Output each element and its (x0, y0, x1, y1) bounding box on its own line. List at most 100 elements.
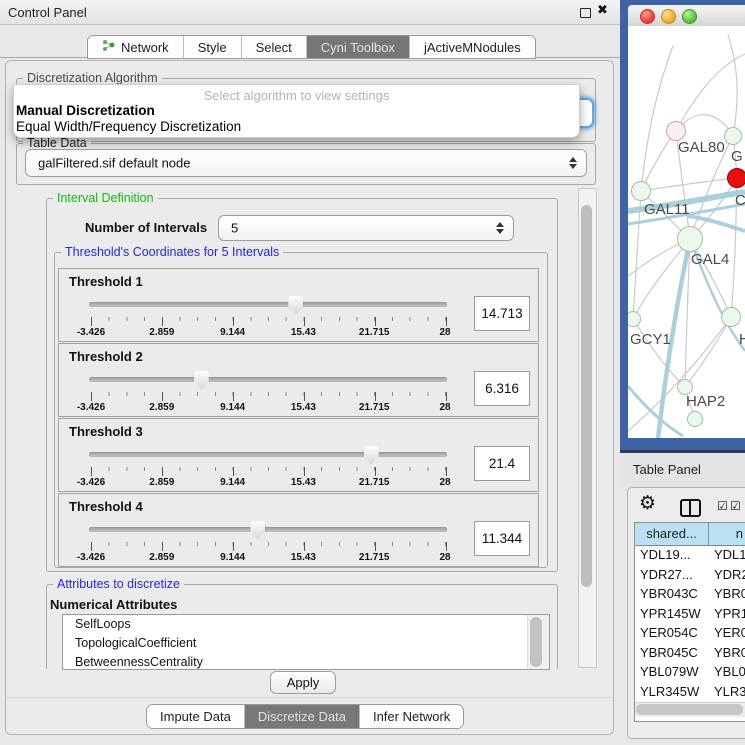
list-item[interactable]: SelfLoops (63, 615, 549, 634)
slider-track[interactable] (89, 302, 447, 307)
network-node[interactable] (631, 181, 651, 201)
node-label: GAL80 (678, 139, 725, 156)
tab-cyni-toolbox-label: Cyni Toolbox (321, 40, 395, 55)
column-header-shared-name[interactable]: shared... (635, 523, 709, 545)
tick-label: 28 (439, 402, 450, 413)
threshold-2-value-field[interactable]: 6.316 (474, 371, 530, 406)
slider-track[interactable] (89, 452, 447, 457)
scrollbar-thumb[interactable] (581, 205, 592, 587)
popup-item-manual-discretization[interactable]: Manual Discretization (16, 103, 155, 118)
scrollbar-thumb[interactable] (636, 704, 743, 715)
table-horizontal-scrollbar[interactable] (635, 702, 745, 717)
mac-zoom-button[interactable] (682, 9, 697, 24)
table-row[interactable]: YBR043CYBR0 (635, 585, 745, 605)
table-row[interactable]: YDL19...YDL1 (635, 546, 745, 566)
slider-track[interactable] (89, 377, 447, 382)
threshold-4-value-field[interactable]: 11.344 (474, 521, 530, 556)
tab-network[interactable]: Network (88, 36, 184, 58)
tick-label: -3.426 (77, 327, 105, 338)
control-panel: Control Panel ✖ Network Style (0, 0, 620, 745)
checkbox-icon[interactable]: ☑ (730, 499, 741, 513)
network-view-window[interactable]: GAL80 G C GAL11 GAL4 GCY1 H HAP2 (620, 0, 745, 453)
tick-label: 28 (439, 552, 450, 563)
tab-infer-network[interactable]: Infer Network (360, 705, 463, 728)
tab-discretize-data[interactable]: Discretize Data (245, 705, 360, 728)
mac-close-button[interactable] (640, 9, 655, 24)
network-icon (102, 39, 115, 55)
network-node[interactable] (666, 121, 686, 141)
threshold-2-label: Threshold 2 (69, 349, 143, 364)
float-window-icon[interactable] (580, 8, 591, 18)
table-row[interactable]: YBL079WYBL0 (635, 663, 745, 683)
slider-thumb[interactable] (364, 446, 379, 465)
checkbox-icon[interactable]: ☑ (717, 499, 728, 513)
threshold-1-value-field[interactable]: 14.713 (474, 296, 530, 331)
tick-label: 2.859 (149, 552, 174, 563)
mac-minimize-button[interactable] (661, 9, 676, 24)
threshold-1-slider[interactable]: -3.426 2.859 9.144 15.43 21.715 28 (91, 296, 445, 332)
cell: YDR27... (640, 567, 693, 582)
network-window-titlebar[interactable] (628, 5, 745, 27)
list-item[interactable]: TopologicalCoefficient (63, 634, 549, 653)
slider-ticks (91, 467, 446, 476)
tick-label: 15.43 (291, 552, 316, 563)
tab-impute-data[interactable]: Impute Data (147, 705, 245, 728)
tab-select[interactable]: Select (242, 36, 307, 58)
attributes-legend: Attributes to discretize (53, 577, 184, 591)
column-header-name[interactable]: n (709, 523, 745, 545)
threshold-4-slider[interactable]: -3.426 2.859 9.144 15.43 21.715 28 (91, 521, 445, 557)
network-node[interactable] (687, 411, 703, 427)
tick-label: 15.43 (291, 477, 316, 488)
settings-vertical-scrollbar[interactable] (578, 188, 597, 668)
close-icon[interactable]: ✖ (597, 3, 608, 18)
table-row[interactable]: YBR045CYBR0 (635, 644, 745, 664)
table-data-combobox[interactable]: galFiltered.sif default node (25, 149, 587, 177)
tab-jactivemnodules[interactable]: jActiveMNodules (410, 36, 535, 58)
node-table: shared... n YDL19...YDL1 YDR27...YDR2 YB… (634, 522, 745, 722)
threshold-1-panel: Threshold 1 -3.426 2.859 9.144 15.43 21.… (58, 268, 539, 342)
number-of-intervals-combobox[interactable]: 5 (218, 215, 514, 241)
table-row[interactable]: YDR27...YDR2 (635, 566, 745, 586)
tick-label: 15.43 (291, 327, 316, 338)
network-node[interactable] (721, 307, 741, 327)
slider-track[interactable] (89, 527, 447, 532)
popup-item-equal-width-frequency[interactable]: Equal Width/Frequency Discretization (16, 119, 241, 134)
table-data-combobox-value: galFiltered.sif default node (38, 156, 190, 171)
node-label: GAL11 (644, 201, 690, 218)
columns-icon[interactable] (680, 499, 701, 517)
cell: YDL19... (640, 547, 691, 562)
numerical-attributes-list[interactable]: SelfLoops TopologicalCoefficient Between… (62, 614, 550, 670)
bottom-tab-bar: Impute Data Discretize Data Infer Networ… (146, 704, 464, 729)
gear-icon[interactable]: ⚙ (639, 492, 656, 514)
network-node[interactable] (677, 226, 703, 252)
network-node-selected[interactable] (727, 168, 745, 188)
table-header-row: shared... n (635, 523, 745, 546)
tick-label: -3.426 (77, 552, 105, 563)
tick-label: 28 (439, 477, 450, 488)
table-row[interactable]: YPR145WYPR1 (635, 605, 745, 625)
network-canvas[interactable]: GAL80 G C GAL11 GAL4 GCY1 H HAP2 (628, 26, 745, 438)
tick-label: 2.859 (149, 327, 174, 338)
slider-ticks (91, 317, 446, 326)
tab-style-label: Style (198, 40, 227, 55)
popup-placeholder-item[interactable]: Select algorithm to view settings (14, 88, 579, 103)
apply-button[interactable]: Apply (270, 671, 336, 694)
table-panel-title: Table Panel (633, 462, 701, 477)
threshold-2-panel: Threshold 2 -3.426 2.859 9.144 15.43 21.… (58, 343, 539, 417)
node-label: GAL4 (691, 251, 729, 268)
slider-thumb[interactable] (250, 521, 265, 540)
threshold-3-slider[interactable]: -3.426 2.859 9.144 15.43 21.715 28 (91, 446, 445, 482)
threshold-2-slider[interactable]: -3.426 2.859 9.144 15.43 21.715 28 (91, 371, 445, 407)
panel-title: Control Panel (8, 5, 87, 20)
table-row[interactable]: YER054CYER0 (635, 624, 745, 644)
network-node[interactable] (724, 127, 742, 145)
slider-ticks (91, 542, 446, 551)
tab-cyni-toolbox[interactable]: Cyni Toolbox (307, 36, 410, 58)
slider-thumb[interactable] (288, 296, 303, 315)
tab-style[interactable]: Style (184, 36, 242, 58)
slider-thumb[interactable] (194, 371, 209, 390)
tick-label: 15.43 (291, 402, 316, 413)
list-item[interactable]: BetweennessCentrality (63, 653, 549, 670)
list-scrollbar-thumb[interactable] (530, 617, 542, 667)
threshold-3-value-field[interactable]: 21.4 (474, 446, 530, 481)
